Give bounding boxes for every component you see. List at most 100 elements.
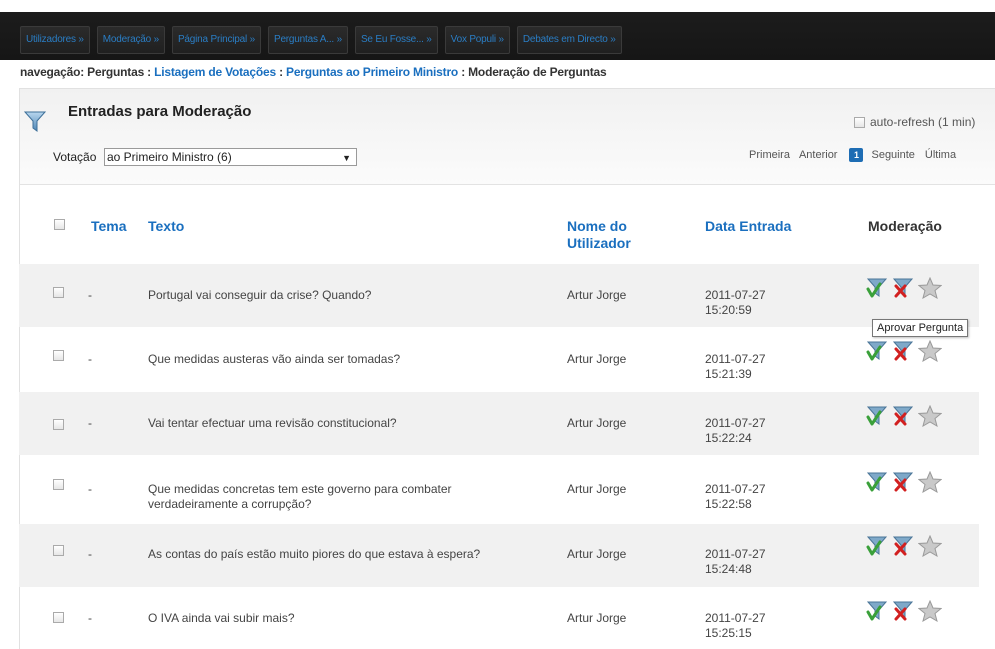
breadcrumb-current: Moderação de Perguntas bbox=[468, 65, 607, 79]
nav-tab-vox-populi[interactable]: Vox Populi » bbox=[444, 26, 510, 54]
star-icon[interactable] bbox=[918, 535, 942, 557]
nav-tab-pagina-principal[interactable]: Página Principal » bbox=[171, 26, 261, 54]
column-header-texto[interactable]: Texto bbox=[148, 218, 184, 235]
star-icon[interactable] bbox=[918, 600, 942, 622]
auto-refresh-toggle[interactable]: auto-refresh (1 min) bbox=[854, 115, 975, 129]
row-tema: - bbox=[88, 416, 92, 430]
nav-tab-moderacao[interactable]: Moderação » bbox=[96, 26, 165, 54]
pager-current-page[interactable]: 1 bbox=[849, 148, 864, 162]
funnel-icon bbox=[24, 111, 46, 132]
reject-funnel-x-icon[interactable] bbox=[892, 471, 914, 493]
reject-funnel-x-icon[interactable] bbox=[892, 405, 914, 427]
breadcrumb-link-listagem[interactable]: Listagem de Votações bbox=[154, 65, 276, 79]
row-data: 2011-07-27 15:24:48 bbox=[705, 547, 766, 577]
row-texto: Portugal vai conseguir da crise? Quando? bbox=[148, 288, 372, 302]
row-nome: Artur Jorge bbox=[567, 416, 627, 430]
auto-refresh-checkbox[interactable] bbox=[854, 116, 865, 128]
pager-first[interactable]: Primeira bbox=[749, 149, 790, 161]
row-checkbox[interactable] bbox=[53, 350, 64, 361]
row-nome: Artur Jorge bbox=[567, 288, 627, 302]
row-texto: Vai tentar efectuar uma revisão constitu… bbox=[148, 416, 397, 430]
row-checkbox[interactable] bbox=[53, 545, 64, 556]
row-time: 15:20:59 bbox=[705, 303, 752, 317]
row-data: 2011-07-27 15:22:24 bbox=[705, 416, 766, 446]
row-tema: - bbox=[88, 611, 92, 625]
column-header-data[interactable]: Data Entrada bbox=[705, 218, 791, 235]
row-tema: - bbox=[88, 352, 92, 366]
vote-select[interactable]: ao Primeiro Ministro (6) ▼ bbox=[104, 148, 357, 166]
approve-funnel-check-icon[interactable] bbox=[866, 471, 888, 493]
row-checkbox[interactable] bbox=[53, 479, 64, 490]
row-time: 15:21:39 bbox=[705, 367, 752, 381]
pagination: Primeira Anterior 1 Seguinte Última bbox=[749, 148, 956, 162]
approve-funnel-check-icon[interactable] bbox=[866, 277, 888, 299]
star-icon[interactable] bbox=[918, 340, 942, 362]
select-all-checkbox[interactable] bbox=[54, 219, 65, 230]
reject-funnel-x-icon[interactable] bbox=[892, 600, 914, 622]
column-header-nome[interactable]: Nome do Utilizador bbox=[567, 218, 667, 252]
row-data: 2011-07-27 15:20:59 bbox=[705, 288, 766, 318]
column-header-moderacao: Moderação bbox=[868, 218, 942, 234]
nav-tabs: Utilizadores » Moderação » Página Princi… bbox=[20, 26, 622, 54]
row-checkbox[interactable] bbox=[53, 612, 64, 623]
row-texto: Que medidas concretas tem este governo p… bbox=[148, 482, 452, 511]
column-header-tema[interactable]: Tema bbox=[91, 218, 127, 235]
row-texto: O IVA ainda vai subir mais? bbox=[148, 611, 295, 625]
row-checkbox[interactable] bbox=[53, 419, 64, 430]
pager-next[interactable]: Seguinte bbox=[871, 149, 914, 161]
row-nome: Artur Jorge bbox=[567, 352, 627, 366]
row-date: 2011-07-27 bbox=[705, 416, 766, 430]
row-time: 15:24:48 bbox=[705, 562, 752, 576]
nav-tab-se-eu-fosse[interactable]: Se Eu Fosse... » bbox=[354, 26, 438, 54]
row-date: 2011-07-27 bbox=[705, 352, 766, 366]
panel-header: Entradas para Moderação auto-refresh (1 … bbox=[20, 89, 995, 185]
breadcrumb-separator: : bbox=[275, 65, 287, 79]
pager-prev[interactable]: Anterior bbox=[799, 149, 838, 161]
breadcrumb-separator: : bbox=[458, 65, 469, 79]
chevron-down-icon: ▼ bbox=[342, 153, 351, 163]
approve-funnel-check-icon[interactable] bbox=[866, 340, 888, 362]
nav-tab-debates[interactable]: Debates em Directo » bbox=[516, 26, 622, 54]
star-icon[interactable] bbox=[918, 471, 942, 493]
row-date: 2011-07-27 bbox=[705, 482, 766, 496]
row-data: 2011-07-27 15:25:15 bbox=[705, 611, 766, 641]
breadcrumb-prefix: navegação: Perguntas : bbox=[20, 65, 155, 79]
moderation-actions bbox=[866, 340, 942, 362]
approve-funnel-check-icon[interactable] bbox=[866, 405, 888, 427]
approve-funnel-check-icon[interactable] bbox=[866, 600, 888, 622]
row-nome: Artur Jorge bbox=[567, 547, 627, 561]
moderation-actions bbox=[866, 277, 942, 299]
row-nome: Artur Jorge bbox=[567, 611, 627, 625]
row-data: 2011-07-27 15:22:58 bbox=[705, 482, 766, 512]
breadcrumb: navegação: Perguntas : Listagem de Votaç… bbox=[20, 65, 607, 79]
row-data: 2011-07-27 15:21:39 bbox=[705, 352, 766, 382]
reject-funnel-x-icon[interactable] bbox=[892, 277, 914, 299]
row-date: 2011-07-27 bbox=[705, 547, 766, 561]
row-date: 2011-07-27 bbox=[705, 611, 766, 625]
breadcrumb-link-perguntas[interactable]: Perguntas ao Primeiro Ministro bbox=[286, 65, 458, 79]
auto-refresh-label: auto-refresh (1 min) bbox=[870, 115, 976, 129]
star-icon[interactable] bbox=[918, 405, 942, 427]
row-time: 15:25:15 bbox=[705, 626, 752, 640]
vote-select-value: ao Primeiro Ministro (6) bbox=[107, 150, 232, 164]
row-nome: Artur Jorge bbox=[567, 482, 627, 496]
row-tema: - bbox=[88, 482, 92, 496]
moderation-actions bbox=[866, 405, 942, 427]
nav-tab-perguntas[interactable]: Perguntas A... » bbox=[267, 26, 348, 54]
row-tema: - bbox=[88, 288, 92, 302]
moderation-actions bbox=[866, 600, 942, 622]
panel-title: Entradas para Moderação bbox=[68, 103, 252, 120]
star-icon[interactable] bbox=[918, 277, 942, 299]
nav-tab-utilizadores[interactable]: Utilizadores » bbox=[20, 26, 90, 54]
row-tema: - bbox=[88, 547, 92, 561]
reject-funnel-x-icon[interactable] bbox=[892, 340, 914, 362]
reject-funnel-x-icon[interactable] bbox=[892, 535, 914, 557]
tooltip-approve: Aprovar Pergunta bbox=[872, 319, 969, 337]
row-date: 2011-07-27 bbox=[705, 288, 766, 302]
row-checkbox[interactable] bbox=[53, 287, 64, 298]
approve-funnel-check-icon[interactable] bbox=[866, 535, 888, 557]
pager-last[interactable]: Última bbox=[925, 149, 956, 161]
top-navbar: Utilizadores » Moderação » Página Princi… bbox=[0, 0, 995, 60]
row-texto: As contas do país estão muito piores do … bbox=[148, 547, 481, 561]
row-time: 15:22:24 bbox=[705, 431, 752, 445]
